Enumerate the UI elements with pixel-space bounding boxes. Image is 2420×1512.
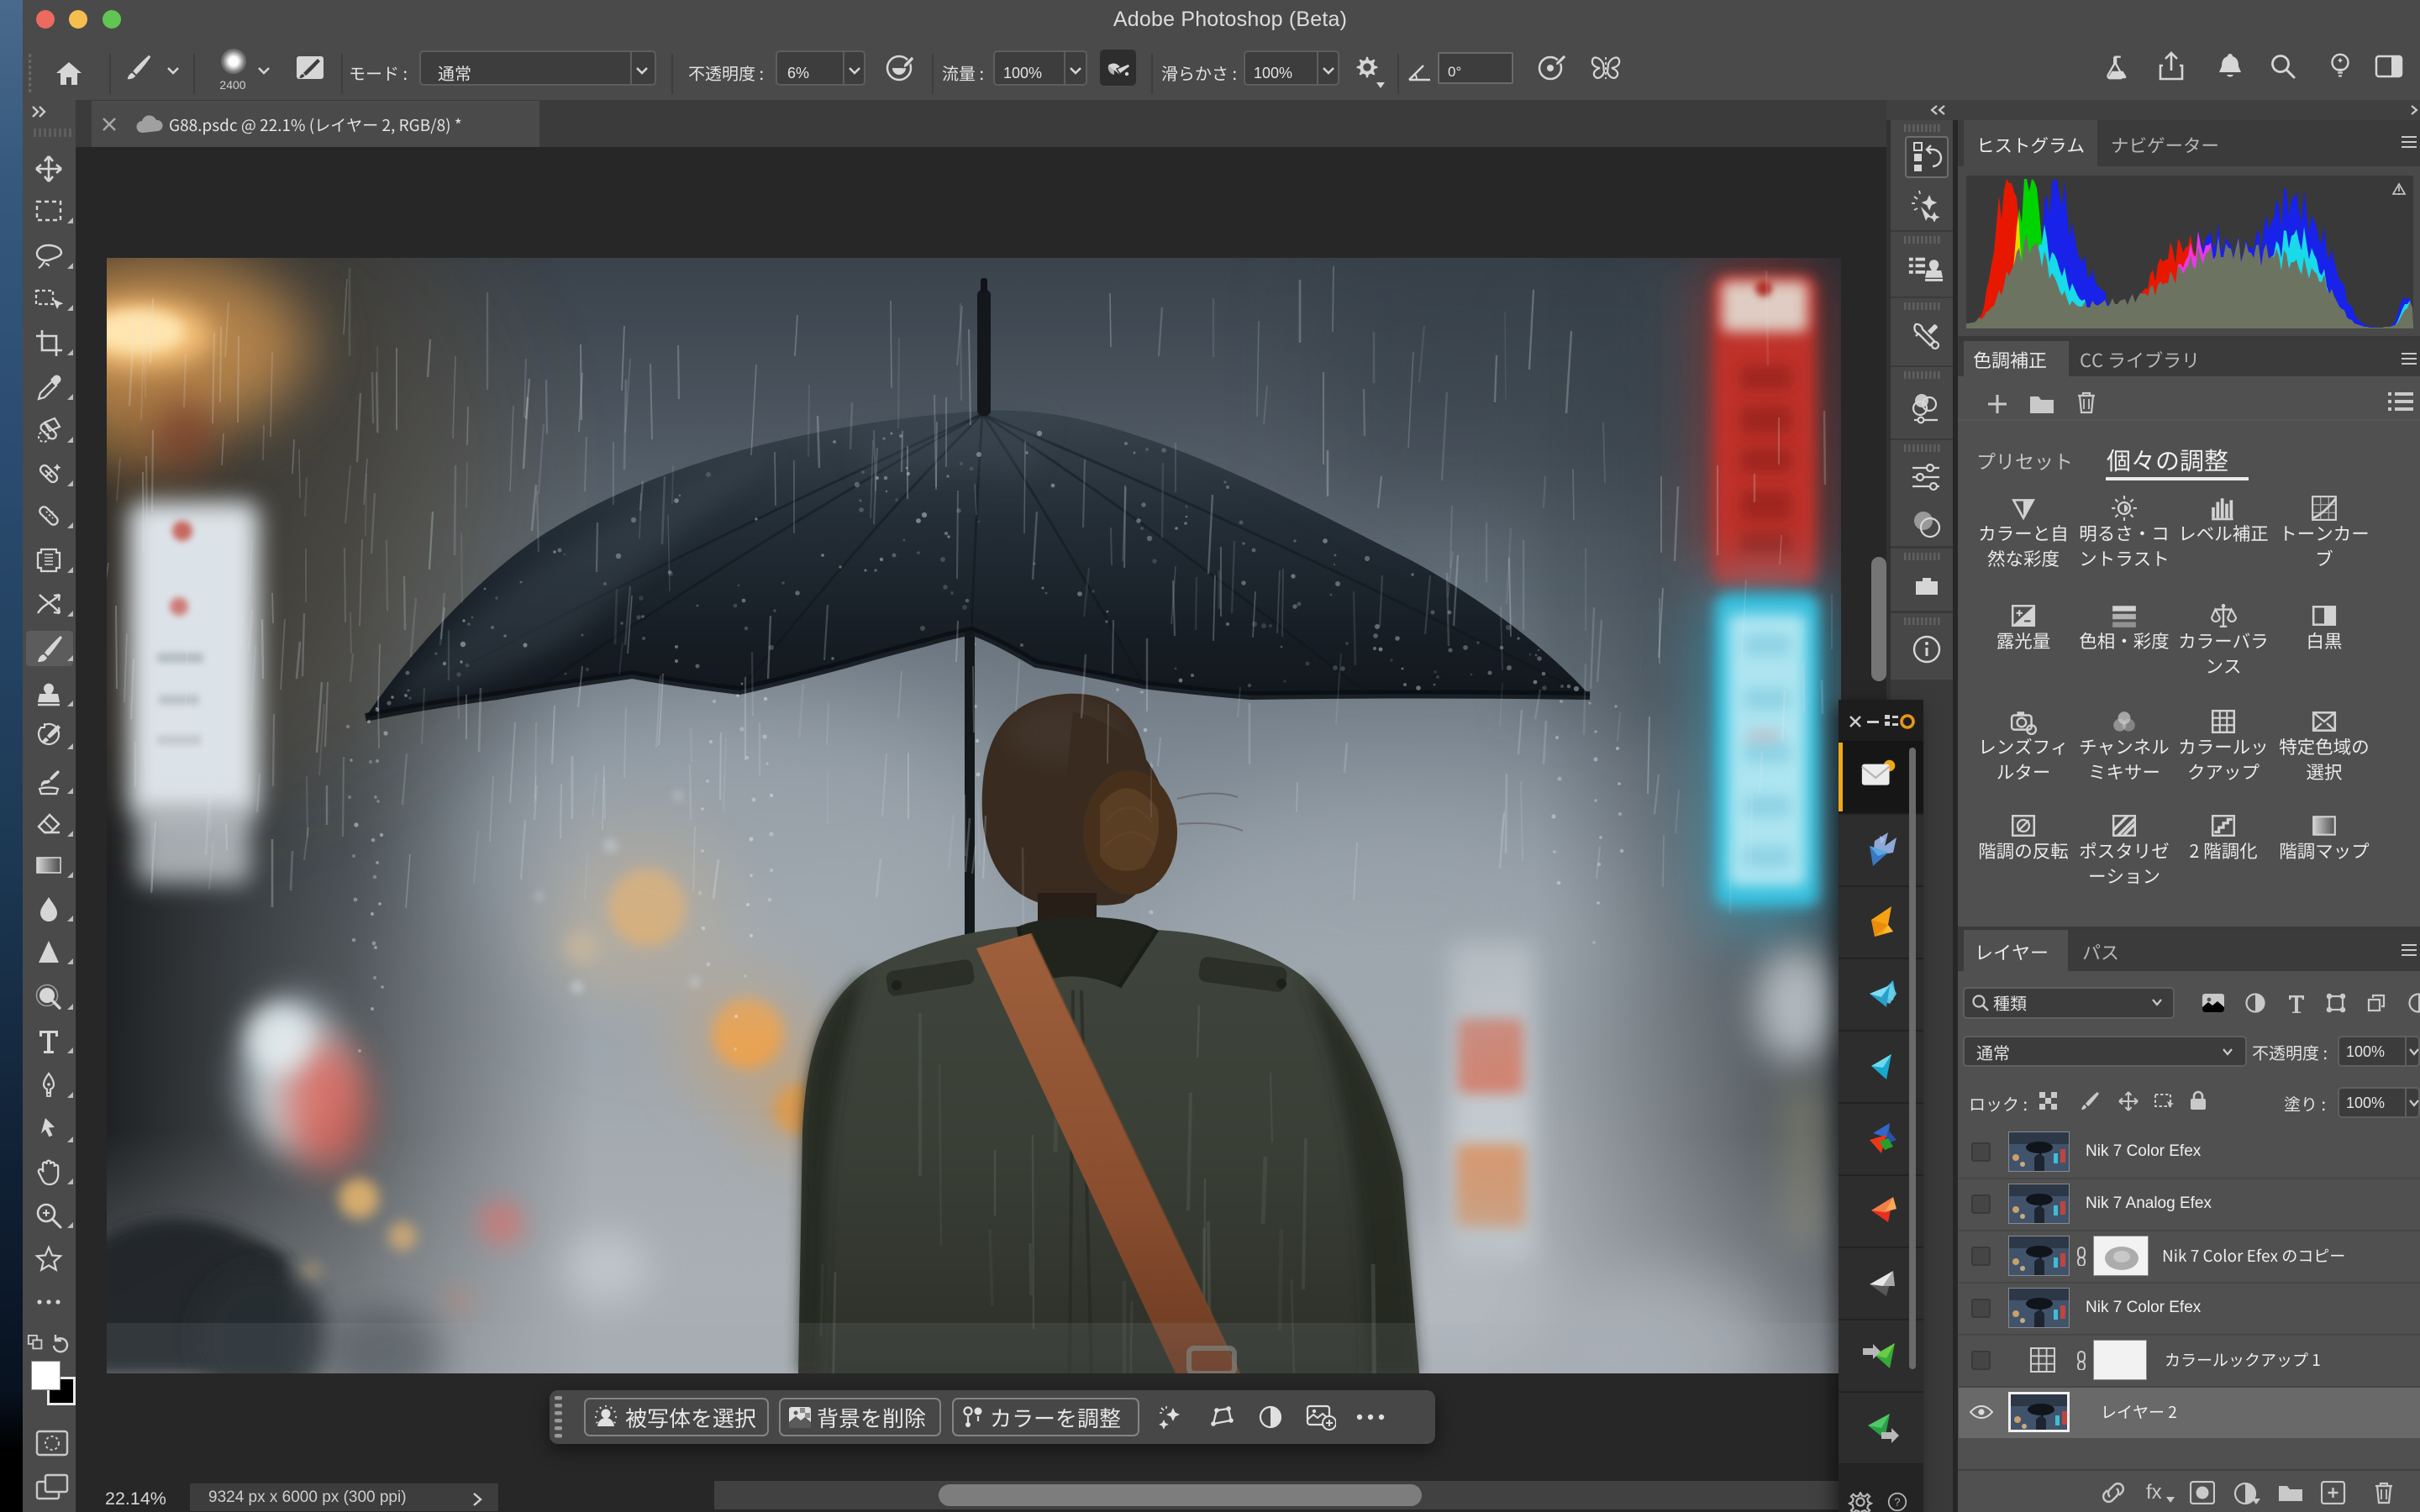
svg-text:?: ? xyxy=(1894,1495,1900,1508)
